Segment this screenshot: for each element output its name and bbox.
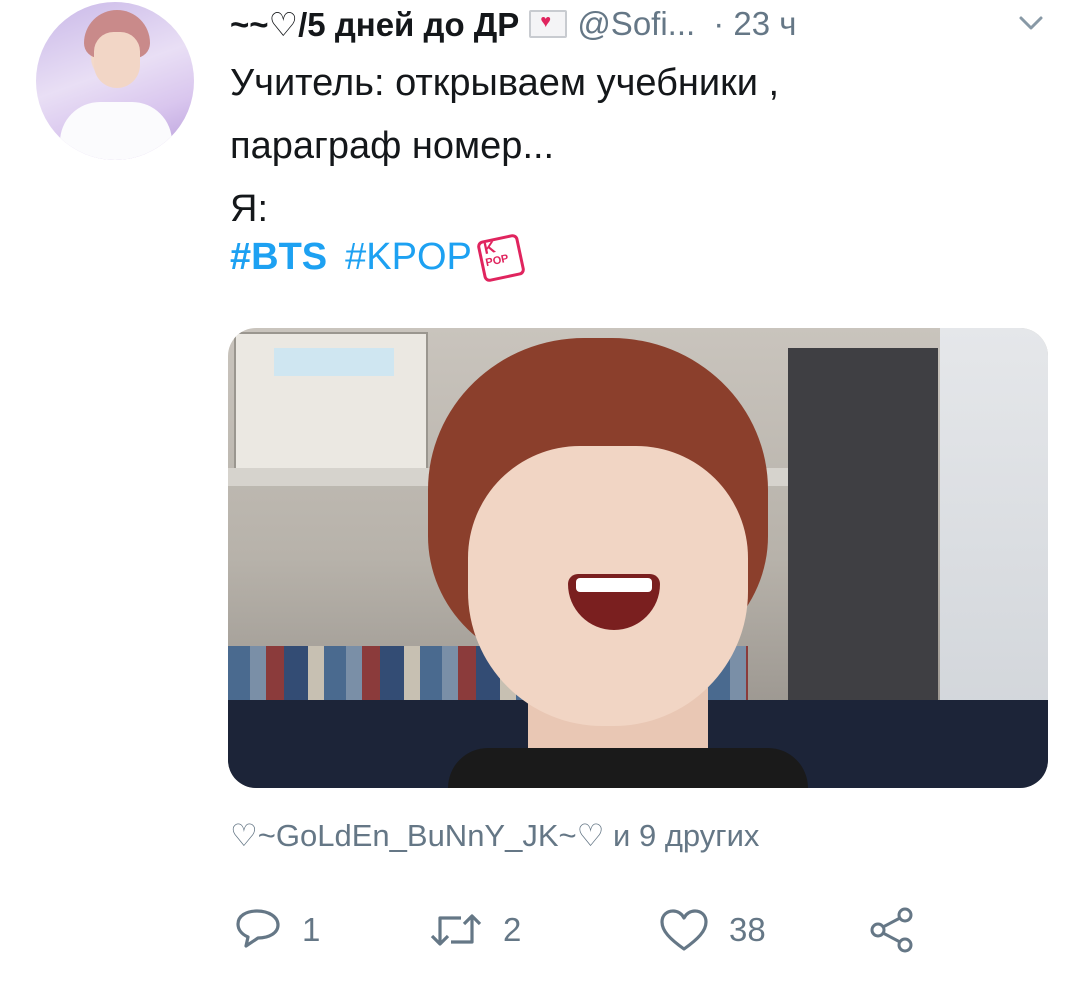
user-handle[interactable]: @Sofi... [577, 5, 695, 43]
media-poster [234, 332, 428, 472]
kpop-sticker-icon [475, 232, 526, 283]
tweet-text-line: Я: [230, 188, 268, 230]
display-name[interactable]: ~~♡/5 дней до ДР [230, 5, 519, 44]
heart-icon [657, 906, 711, 954]
avatar[interactable] [36, 2, 194, 160]
hashtag-link[interactable]: #KPOP [345, 236, 472, 279]
tweet-actions: 1 2 38 [232, 904, 932, 956]
like-count: 38 [729, 911, 766, 948]
tweet-text: Учитель: открываем учебники , параграф н… [230, 52, 990, 241]
liked-by-text[interactable]: ♡~GoLdEn_BuNnY_JK~♡ и 9 других [230, 818, 759, 854]
share-icon [868, 906, 916, 954]
retweet-count: 2 [503, 911, 522, 948]
like-button[interactable]: 38 [657, 904, 766, 956]
reply-icon [232, 906, 284, 954]
tweet-timestamp[interactable]: · 23 ч [713, 5, 796, 43]
reply-count: 1 [302, 911, 321, 948]
retweet-icon [427, 906, 485, 954]
tweet-header: ~~♡/5 дней до ДР @Sofi... · 23 ч [230, 2, 796, 46]
share-button[interactable] [868, 904, 916, 956]
retweet-button[interactable]: 2 [427, 904, 521, 956]
tweet-media-photo[interactable] [228, 328, 1048, 788]
love-letter-icon [529, 10, 568, 38]
reply-button[interactable]: 1 [232, 904, 320, 956]
hashtag-link[interactable]: #BTS [230, 236, 327, 279]
tweet-text-line: Учитель: открываем учебники , [230, 62, 780, 104]
tweet-text-line: параграф номер... [230, 125, 555, 167]
chevron-down-icon[interactable] [1012, 6, 1050, 40]
hashtag-row: #BTS #KPOP [230, 232, 526, 283]
